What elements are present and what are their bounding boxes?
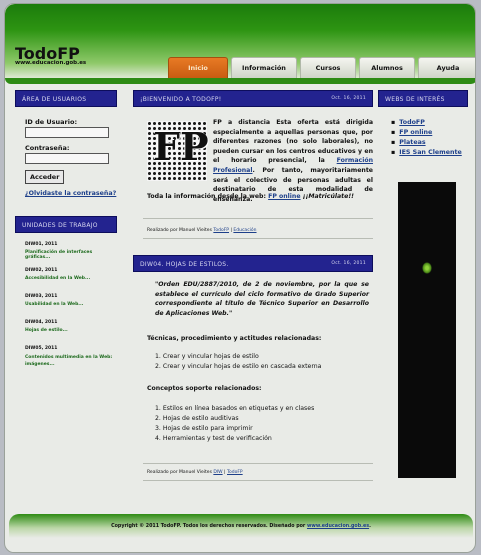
user-id-label: ID de Usuario: xyxy=(25,118,78,126)
post-meta: Realizado por Manuel Vieites TodoFP | Ed… xyxy=(147,228,257,233)
entry-link[interactable]: Planificación de interfaces gráficas... xyxy=(25,250,117,260)
tab-informacion[interactable]: Información xyxy=(231,57,297,78)
password-input[interactable] xyxy=(25,153,109,164)
meta-link-todofp[interactable]: TodoFP xyxy=(213,228,229,233)
footer-copyright: Copyright © 2011 TodoFP. Todos los derec… xyxy=(111,524,371,529)
banner-glow xyxy=(422,262,432,274)
divider xyxy=(143,463,373,464)
entry-link[interactable]: Contenidos multimedia en la Web: imágene… xyxy=(25,354,117,368)
fp-logo-image: FP xyxy=(147,121,209,181)
entry-link[interactable]: Hojas de estilo... xyxy=(25,328,117,333)
post-date: Oct. 16, 2011 xyxy=(331,261,366,266)
concepts-list: 1. Estilos en línea basados en etiquetas… xyxy=(155,404,369,444)
tab-inicio[interactable]: Inicio xyxy=(168,57,228,78)
entry-date: DIW01, 2011 xyxy=(25,242,58,247)
entry-date: DIW04, 2011 xyxy=(25,320,58,325)
post-date: Oct. 16, 2011 xyxy=(331,96,366,101)
list-item: DIW04, 2011 Hojas de estilo... xyxy=(25,320,117,346)
divider xyxy=(143,480,373,481)
work-units-heading: UNIDADES DE TRABAJO xyxy=(15,216,117,233)
page-frame: TodoFP www.educacion.gob.es Inicio Infor… xyxy=(4,3,476,553)
site-header: TodoFP www.educacion.gob.es Inicio Infor… xyxy=(5,4,475,78)
post-title[interactable]: ¡BIENVENIDO A TODOFP! xyxy=(140,96,222,103)
side-banner-image[interactable] xyxy=(398,182,456,478)
site-url: www.educacion.gob.es xyxy=(15,60,87,66)
entry-link[interactable]: Accesibilidad en la Web... xyxy=(25,276,117,281)
list-item: DIW05, 2011 Contenidos multimedia en la … xyxy=(25,346,117,376)
post-meta: Realizado por Manuel Vieites DIW | TodoF… xyxy=(147,470,243,475)
entry-link[interactable]: Usabilidad en la Web... xyxy=(25,302,117,307)
tab-ayuda[interactable]: Ayuda xyxy=(418,57,475,78)
list-item: 2. Crear y vincular hojas de estilo en c… xyxy=(155,363,322,370)
link-fp-online[interactable]: FP online xyxy=(399,129,432,136)
site-footer: Copyright © 2011 TodoFP. Todos los derec… xyxy=(9,514,473,552)
forgot-password-link[interactable]: ¿Olvidaste la contraseña? xyxy=(25,190,116,197)
links-list: TodoFP FP online Plateas IES San Clement… xyxy=(391,118,461,158)
divider xyxy=(143,238,373,239)
techniques-heading: Técnicas, procedimiento y actitudes rela… xyxy=(147,335,322,342)
post-quote: "Orden EDU/2887/2010, de 2 de noviembre,… xyxy=(155,281,369,317)
divider xyxy=(143,218,373,219)
list-item: 4. Herramientas y test de verificación xyxy=(155,435,272,442)
post-info: Toda la información desde la web: FP onl… xyxy=(147,193,354,200)
techniques-list: 1. Crear y vincular hojas de estilo 2. C… xyxy=(155,352,369,372)
list-item: 1. Estilos en línea basados en etiquetas… xyxy=(155,405,315,412)
link-todofp[interactable]: TodoFP xyxy=(399,119,425,126)
list-item: DIW02, 2011 Accesibilidad en la Web... xyxy=(25,268,117,294)
post-title[interactable]: DIW04. HOJAS DE ESTILOS. xyxy=(140,261,229,268)
entry-date: DIW02, 2011 xyxy=(25,268,58,273)
work-units-list: DIW01, 2011 Planificación de interfaces … xyxy=(25,242,117,376)
footer-link[interactable]: www.educacion.gob.es xyxy=(307,524,369,529)
user-id-input[interactable] xyxy=(25,127,109,138)
meta-link-educacion[interactable]: Educación xyxy=(233,228,256,233)
fp-online-link[interactable]: FP online xyxy=(268,193,300,200)
main-nav: Inicio Información Cursos Alumnos Ayuda xyxy=(168,57,475,78)
meta-link-todofp[interactable]: TodoFP xyxy=(227,470,243,475)
tab-alumnos[interactable]: Alumnos xyxy=(359,57,415,78)
list-item: 3. Hojas de estilo para imprimir xyxy=(155,425,253,432)
login-button[interactable]: Acceder xyxy=(25,170,65,184)
list-item: 1. Crear y vincular hojas de estilo xyxy=(155,353,259,360)
tab-cursos[interactable]: Cursos xyxy=(300,57,356,78)
login-form: ID de Usuario: Contraseña: Acceder ¿Olvi… xyxy=(25,118,120,197)
post-heading: ¡BIENVENIDO A TODOFP! Oct. 16, 2011 xyxy=(133,90,373,107)
concepts-heading: Conceptos soporte relacionados: xyxy=(147,385,262,392)
links-heading: WEBS DE INTERÉS xyxy=(378,90,468,107)
entry-date: DIW05, 2011 xyxy=(25,346,58,351)
link-ies-san-clemente[interactable]: IES San Clemente xyxy=(399,149,461,156)
meta-link-diw[interactable]: DIW xyxy=(213,470,222,475)
user-area-heading: ÁREA DE USUARIOS xyxy=(15,90,117,107)
link-plateas[interactable]: Plateas xyxy=(399,139,425,146)
header-band xyxy=(5,78,475,84)
list-item: 2. Hojas de estilo auditivas xyxy=(155,415,239,422)
list-item: DIW01, 2011 Planificación de interfaces … xyxy=(25,242,117,268)
post-heading: DIW04. HOJAS DE ESTILOS. Oct. 16, 2011 xyxy=(133,255,373,272)
entry-date: DIW03, 2011 xyxy=(25,294,58,299)
list-item: DIW03, 2011 Usabilidad en la Web... xyxy=(25,294,117,320)
password-label: Contraseña: xyxy=(25,144,70,152)
